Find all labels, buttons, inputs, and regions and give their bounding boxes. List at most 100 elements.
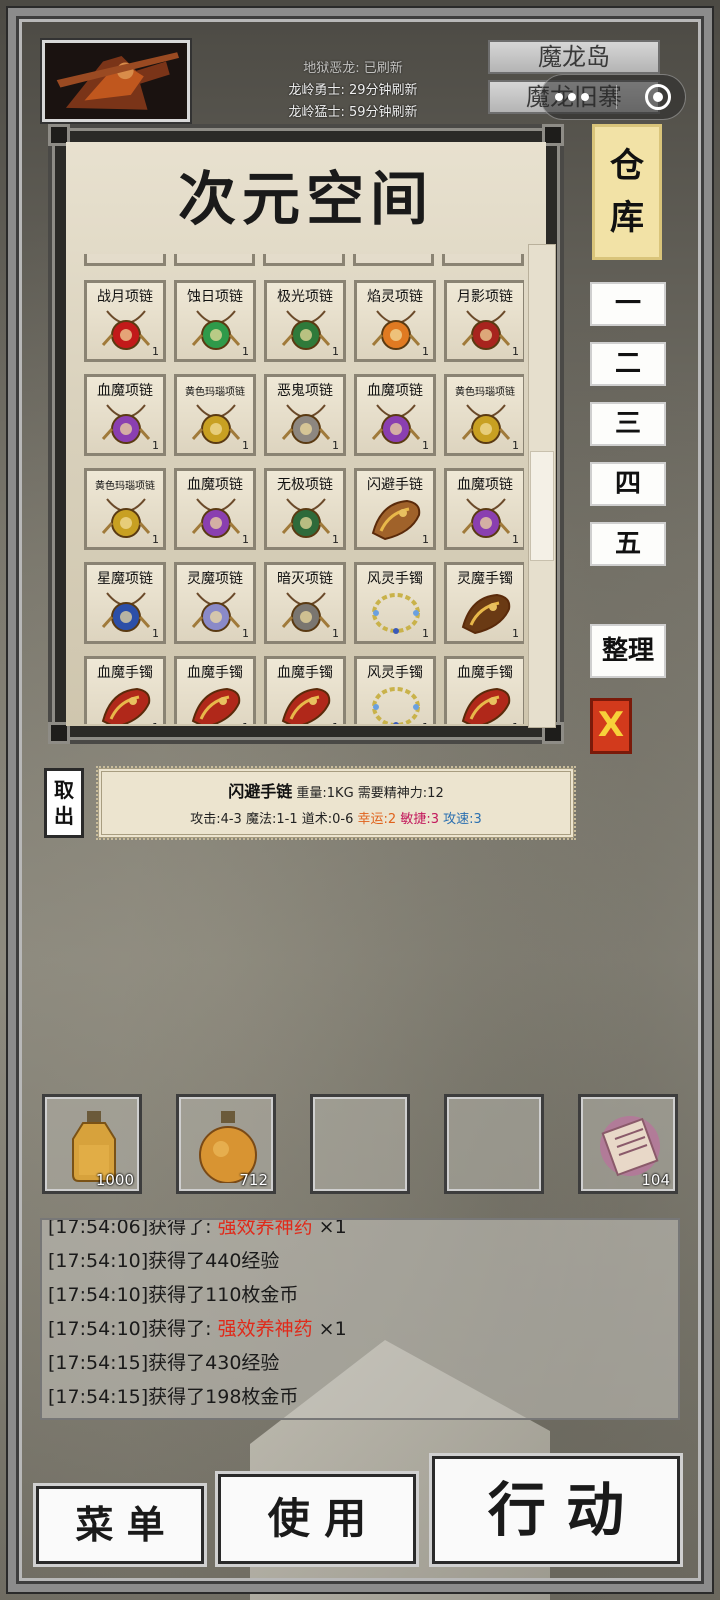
item-quantity: 1: [242, 721, 249, 724]
item-slot[interactable]: 灵魔项链 1: [174, 562, 256, 644]
item-name: 灵魔手镯: [457, 571, 513, 587]
item-name: 黄色玛瑙项链: [455, 387, 515, 398]
use-button[interactable]: 使 用: [218, 1474, 416, 1564]
tab-5[interactable]: 五: [590, 522, 666, 566]
item-name: 血魔项链: [367, 383, 423, 399]
tab-1[interactable]: 一: [590, 282, 666, 326]
item-slot[interactable]: 血魔项链 1: [84, 374, 166, 456]
message-log[interactable]: [17:54:06]获得了: 强效养神药 ×1 [17:54:10]获得了440经…: [40, 1218, 680, 1420]
item-quantity: 1: [242, 533, 249, 546]
necklace-green-dragon-icon: [281, 310, 331, 350]
log-item: 强效养神药: [217, 1218, 313, 1238]
item-quantity: 1: [422, 533, 429, 546]
log-line: [17:54:10]获得了440经验: [48, 1246, 279, 1273]
bracelet-blood-demon-icon: [191, 687, 241, 724]
item-name: 风灵手镯: [367, 665, 423, 681]
item-name: 黄色玛瑙项链: [185, 387, 245, 398]
necklace-jade-ring-icon: [191, 310, 241, 350]
necklace-red-gem-icon: [101, 310, 151, 350]
more-dots-icon[interactable]: [554, 93, 589, 101]
quick-slot-1[interactable]: 1000: [42, 1094, 142, 1194]
panel-title: 次元空间: [177, 165, 434, 233]
quick-slot-4[interactable]: [444, 1094, 544, 1194]
necklace-yellow-agate-icon: [101, 498, 151, 538]
item-slot[interactable]: 黄色玛瑙项链 1: [84, 468, 166, 550]
item-slot[interactable]: 灵魔手镯 1: [444, 562, 524, 644]
item-quantity: 1: [332, 627, 339, 640]
quick-slot-5[interactable]: 104: [578, 1094, 678, 1194]
item-slot[interactable]: 黄色玛瑙项链 1: [174, 374, 256, 456]
item-slot[interactable]: 无极项链 1: [264, 468, 346, 550]
log-line: [17:54:15]获得了430经验: [48, 1348, 279, 1375]
item-slot[interactable]: 风灵手镯 1: [354, 656, 436, 724]
item-slot[interactable]: 血魔项链 1: [354, 374, 436, 456]
log-item: 强效养神药: [217, 1318, 313, 1340]
storage-label[interactable]: 仓 库: [592, 124, 662, 260]
item-slot[interactable]: 恶鬼项链 1: [264, 374, 346, 456]
item-slot[interactable]: 星魔项链 1: [84, 562, 166, 644]
tab-2[interactable]: 二: [590, 342, 666, 386]
item-slot[interactable]: 血魔手镯 1: [444, 656, 524, 724]
item-slot[interactable]: 血魔项链 1: [174, 468, 256, 550]
quick-slot-2[interactable]: 712: [176, 1094, 276, 1194]
log-line: [17:54:10]获得了: 强效养神药 ×1: [48, 1314, 347, 1341]
take-out-char: 出: [54, 804, 74, 828]
item-slot[interactable]: 蚀日项链 1: [174, 280, 256, 362]
avatar[interactable]: [42, 40, 190, 122]
storage-label-char: 仓: [610, 146, 644, 186]
detail-weight: 重量:1KG: [296, 786, 354, 801]
item-quantity: 1: [242, 627, 249, 640]
log-time: [17:54:10]: [48, 1318, 149, 1340]
close-target-icon[interactable]: [645, 84, 672, 110]
log-text: 获得了198枚金币: [148, 1386, 299, 1408]
item-quantity: 1: [242, 439, 249, 452]
capsule-divider: [616, 85, 618, 109]
quick-slot-3[interactable]: [310, 1094, 410, 1194]
necklace-dark-icon: [281, 592, 331, 632]
sort-button[interactable]: 整理: [590, 624, 666, 678]
menu-button[interactable]: 菜 单: [36, 1486, 204, 1564]
action-button[interactable]: 行 动: [432, 1456, 680, 1564]
tab-3[interactable]: 三: [590, 402, 666, 446]
item-name: 灵魔项链: [187, 571, 243, 587]
item-name: 月影项链: [457, 289, 513, 305]
necklace-yellow-agate-icon: [191, 404, 241, 444]
item-name: 暗灭项链: [277, 571, 333, 587]
item-slot[interactable]: 焰灵项链 1: [354, 280, 436, 362]
item-slot[interactable]: 月影项链 1: [444, 280, 524, 362]
item-slot[interactable]: 风灵手镯 1: [354, 562, 436, 644]
item-slot[interactable]: 黄色玛瑙项链 1: [444, 374, 524, 456]
storage-label-char: 库: [610, 198, 644, 238]
item-grid[interactable]: 战月项链 1 蚀日项链 1 极光项链 1 焰灵项链 1 月影项链 1 血魔项链 1 黄色玛瑙项链 1 恶鬼项…: [84, 254, 524, 724]
item-slot[interactable]: 暗灭项链 1: [264, 562, 346, 644]
necklace-blood-demon-icon: [461, 498, 511, 538]
take-out-button[interactable]: 取 出: [44, 768, 84, 838]
close-button[interactable]: X: [590, 698, 632, 754]
bracelet-blood-demon-icon: [101, 687, 151, 724]
item-slot[interactable]: 血魔手镯 1: [264, 656, 346, 724]
detail-item-name: 闪避手链: [228, 782, 293, 801]
tab-4[interactable]: 四: [590, 462, 666, 506]
grid-partial-row: [84, 254, 524, 266]
item-slot[interactable]: 极光项链 1: [264, 280, 346, 362]
item-row: 血魔项链 1 黄色玛瑙项链 1 恶鬼项链 1 血魔项链 1 黄色玛瑙项链 1: [84, 374, 524, 456]
detail-luck: 幸运:2: [357, 812, 397, 827]
map-name[interactable]: 魔龙岛: [488, 40, 660, 74]
log-text: 获得了:: [148, 1218, 218, 1238]
log-time: [17:54:15]: [48, 1386, 149, 1408]
item-slot[interactable]: 战月项链 1: [84, 280, 166, 362]
slot-count: 104: [641, 1171, 670, 1189]
item-slot[interactable]: 闪避手链 1: [354, 468, 436, 550]
item-slot[interactable]: 血魔手镯 1: [174, 656, 256, 724]
item-quantity: 1: [332, 533, 339, 546]
necklace-flame-icon: [371, 310, 421, 350]
necklace-yellow-agate-icon: [461, 404, 511, 444]
item-quantity: 1: [242, 345, 249, 358]
grid-scrollbar[interactable]: [528, 244, 556, 728]
log-text: 获得了:: [148, 1318, 218, 1340]
item-slot[interactable]: 血魔手镯 1: [84, 656, 166, 724]
item-slot[interactable]: 血魔项链 1: [444, 468, 524, 550]
necklace-skull-icon: [281, 404, 331, 444]
take-out-char: 取: [54, 778, 74, 802]
scroll-thumb[interactable]: [530, 451, 554, 561]
